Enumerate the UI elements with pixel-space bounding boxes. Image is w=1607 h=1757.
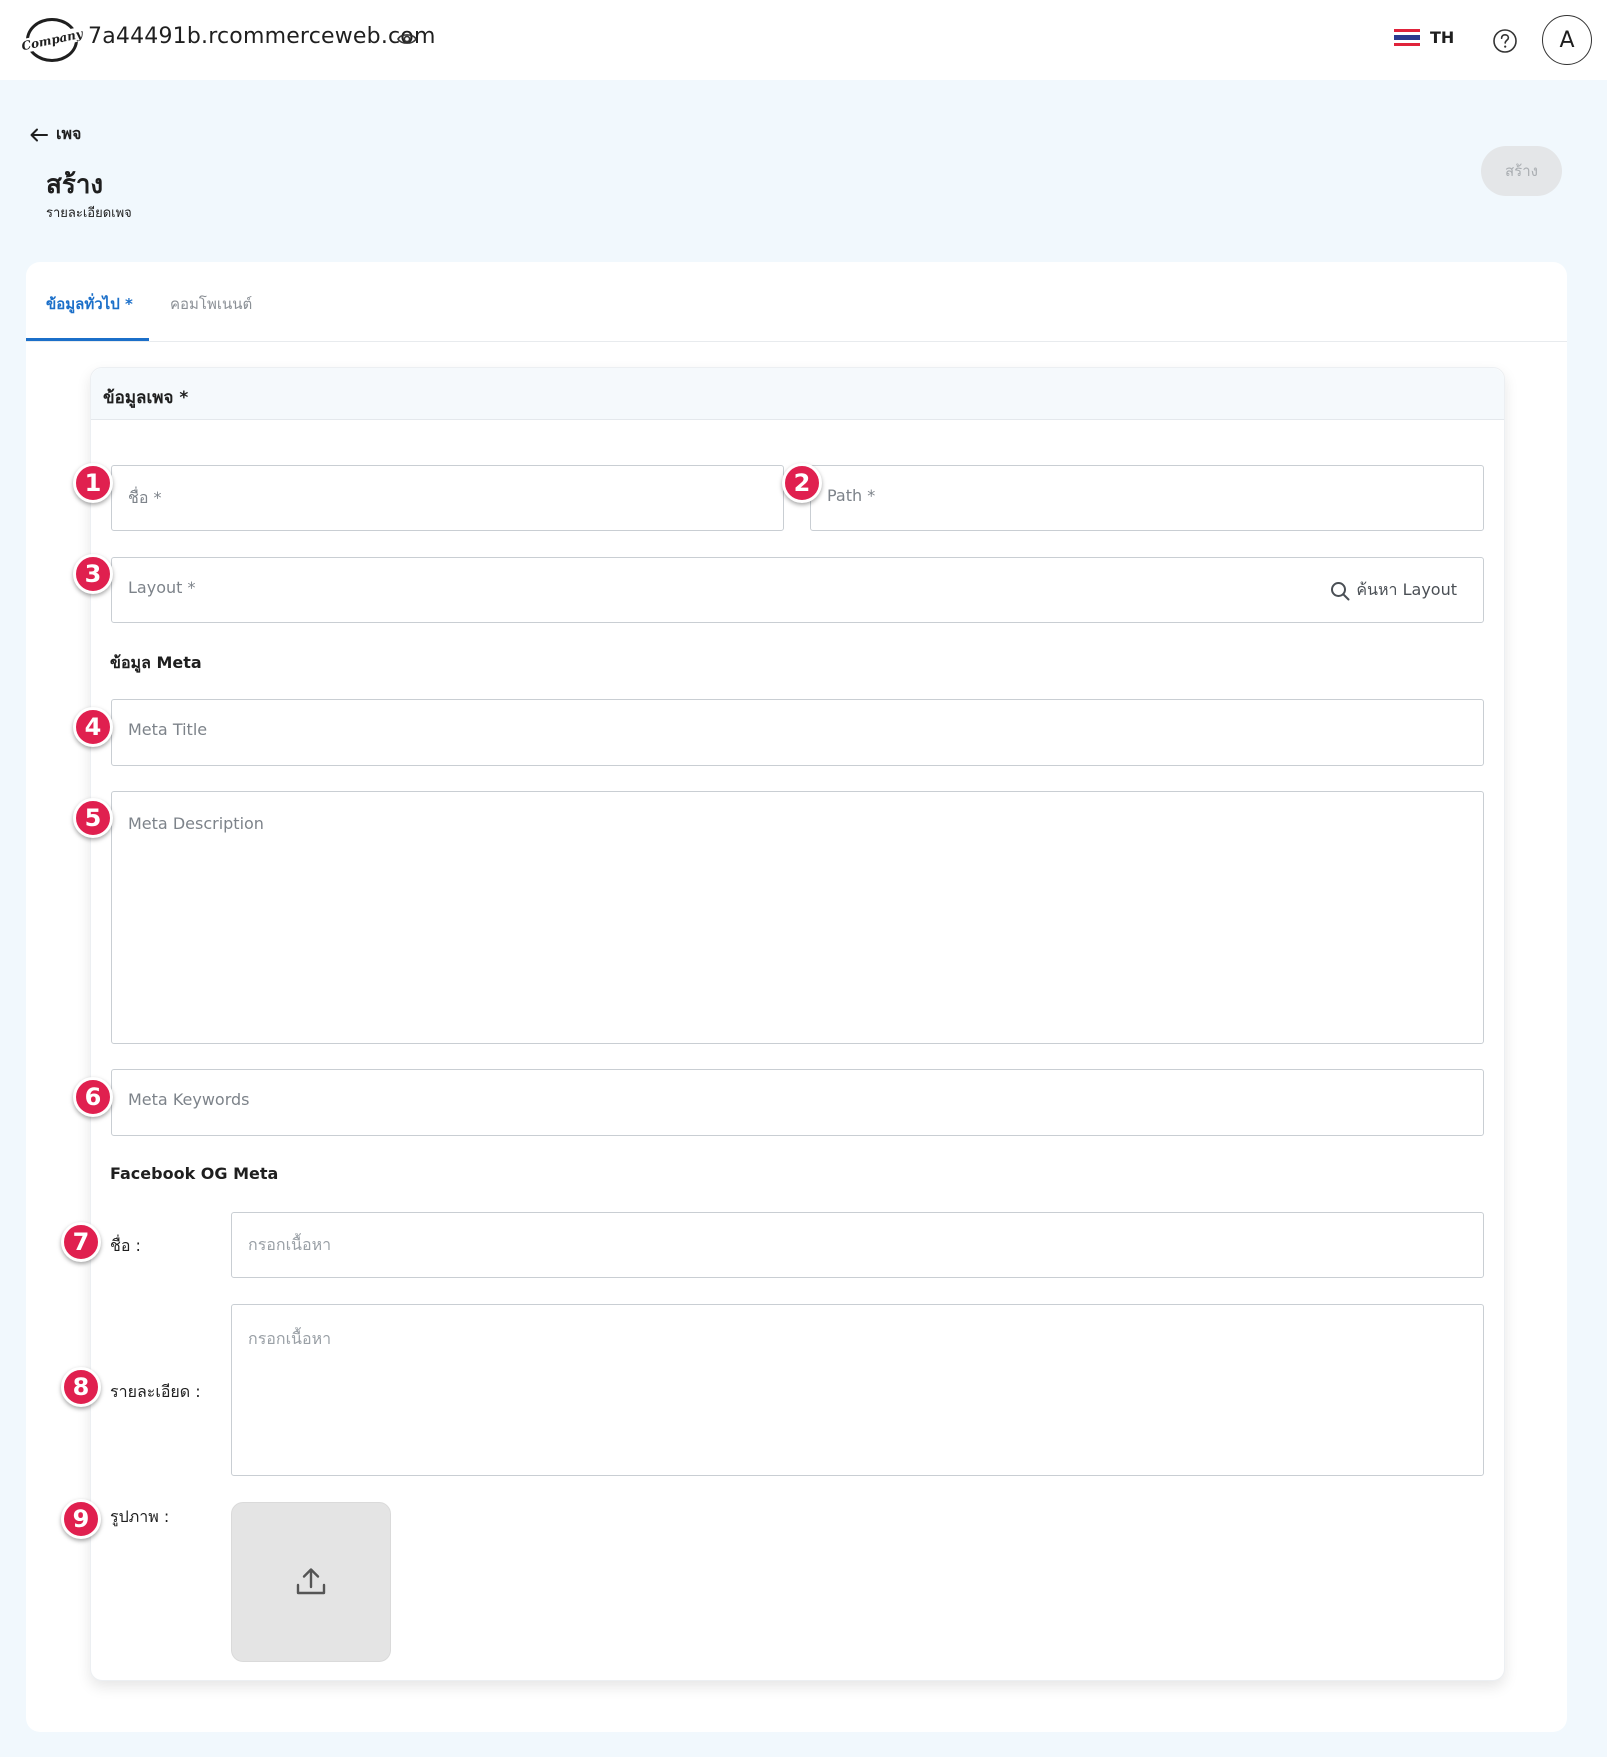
name-input[interactable]: ชื่อ * — [111, 465, 784, 531]
user-avatar[interactable]: A — [1542, 15, 1592, 65]
og-description-placeholder: กรอกเนื้อหา — [248, 1329, 332, 1348]
marker-9: 9 — [61, 1499, 101, 1539]
tab-bar: ข้อมูลทั่วไป * คอมโพเนนต์ — [26, 262, 1567, 342]
path-placeholder: Path * — [827, 486, 876, 505]
search-icon — [1331, 581, 1350, 600]
panel-title: ข้อมูลเพจ * — [103, 388, 189, 408]
marker-1: 1 — [73, 463, 113, 503]
eye-icon[interactable] — [397, 32, 417, 46]
upload-icon — [296, 1568, 326, 1595]
logo-text: Company — [19, 26, 85, 54]
og-name-placeholder: กรอกเนื้อหา — [248, 1235, 332, 1254]
company-logo[interactable]: Company — [19, 18, 85, 62]
og-name-input[interactable]: กรอกเนื้อหา — [231, 1212, 1484, 1278]
og-name-label: ชื่อ : — [110, 1236, 141, 1255]
meta-keywords-placeholder: Meta Keywords — [128, 1090, 250, 1109]
question-circle-icon[interactable] — [1492, 28, 1518, 54]
tab-general-info[interactable]: ข้อมูลทั่วไป * — [46, 292, 133, 316]
meta-title-placeholder: Meta Title — [128, 720, 208, 739]
layout-input[interactable]: Layout * ค้นหา Layout — [111, 557, 1484, 623]
top-bar: Company 7a44491b.rcommerceweb.com TH A — [0, 0, 1607, 80]
og-section-title: Facebook OG Meta — [110, 1164, 279, 1183]
layout-placeholder: Layout * — [128, 578, 196, 597]
page-title: สร้าง — [46, 170, 104, 200]
back-label: เพจ — [56, 124, 82, 143]
layout-search-button[interactable]: ค้นหา Layout — [1330, 578, 1457, 603]
language-selector[interactable]: TH — [1394, 28, 1454, 47]
marker-4: 4 — [73, 707, 113, 747]
og-image-label: รูปภาพ : — [110, 1507, 170, 1526]
panel-header: ข้อมูลเพจ * — [91, 368, 1504, 420]
back-link[interactable]: เพจ — [30, 122, 81, 147]
marker-2: 2 — [782, 463, 822, 503]
meta-description-textarea[interactable]: Meta Description — [111, 791, 1484, 1044]
marker-5: 5 — [73, 798, 113, 838]
arrow-left-icon — [30, 128, 48, 141]
thai-flag-icon — [1394, 29, 1420, 46]
meta-section-title: ข้อมูล Meta — [110, 653, 202, 672]
marker-6: 6 — [73, 1077, 113, 1117]
active-tab-indicator — [26, 338, 149, 341]
language-code: TH — [1430, 28, 1455, 47]
path-input[interactable]: Path * — [810, 465, 1484, 531]
meta-description-placeholder: Meta Description — [128, 814, 264, 833]
marker-8: 8 — [61, 1367, 101, 1407]
image-upload-button[interactable] — [231, 1502, 391, 1662]
tab-components[interactable]: คอมโพเนนต์ — [170, 292, 252, 316]
site-url: 7a44491b.rcommerceweb.com — [88, 24, 436, 49]
marker-3: 3 — [73, 554, 113, 594]
meta-keywords-input[interactable]: Meta Keywords — [111, 1069, 1484, 1136]
layout-search-label: ค้นหา Layout — [1356, 580, 1457, 599]
create-button[interactable]: สร้าง — [1481, 146, 1562, 196]
name-placeholder: ชื่อ * — [128, 488, 162, 507]
og-description-textarea[interactable]: กรอกเนื้อหา — [231, 1304, 1484, 1476]
meta-title-input[interactable]: Meta Title — [111, 699, 1484, 766]
page-subtitle: รายละเอียดเพจ — [46, 206, 132, 221]
marker-7: 7 — [61, 1222, 101, 1262]
og-description-label: รายละเอียด : — [110, 1382, 201, 1401]
